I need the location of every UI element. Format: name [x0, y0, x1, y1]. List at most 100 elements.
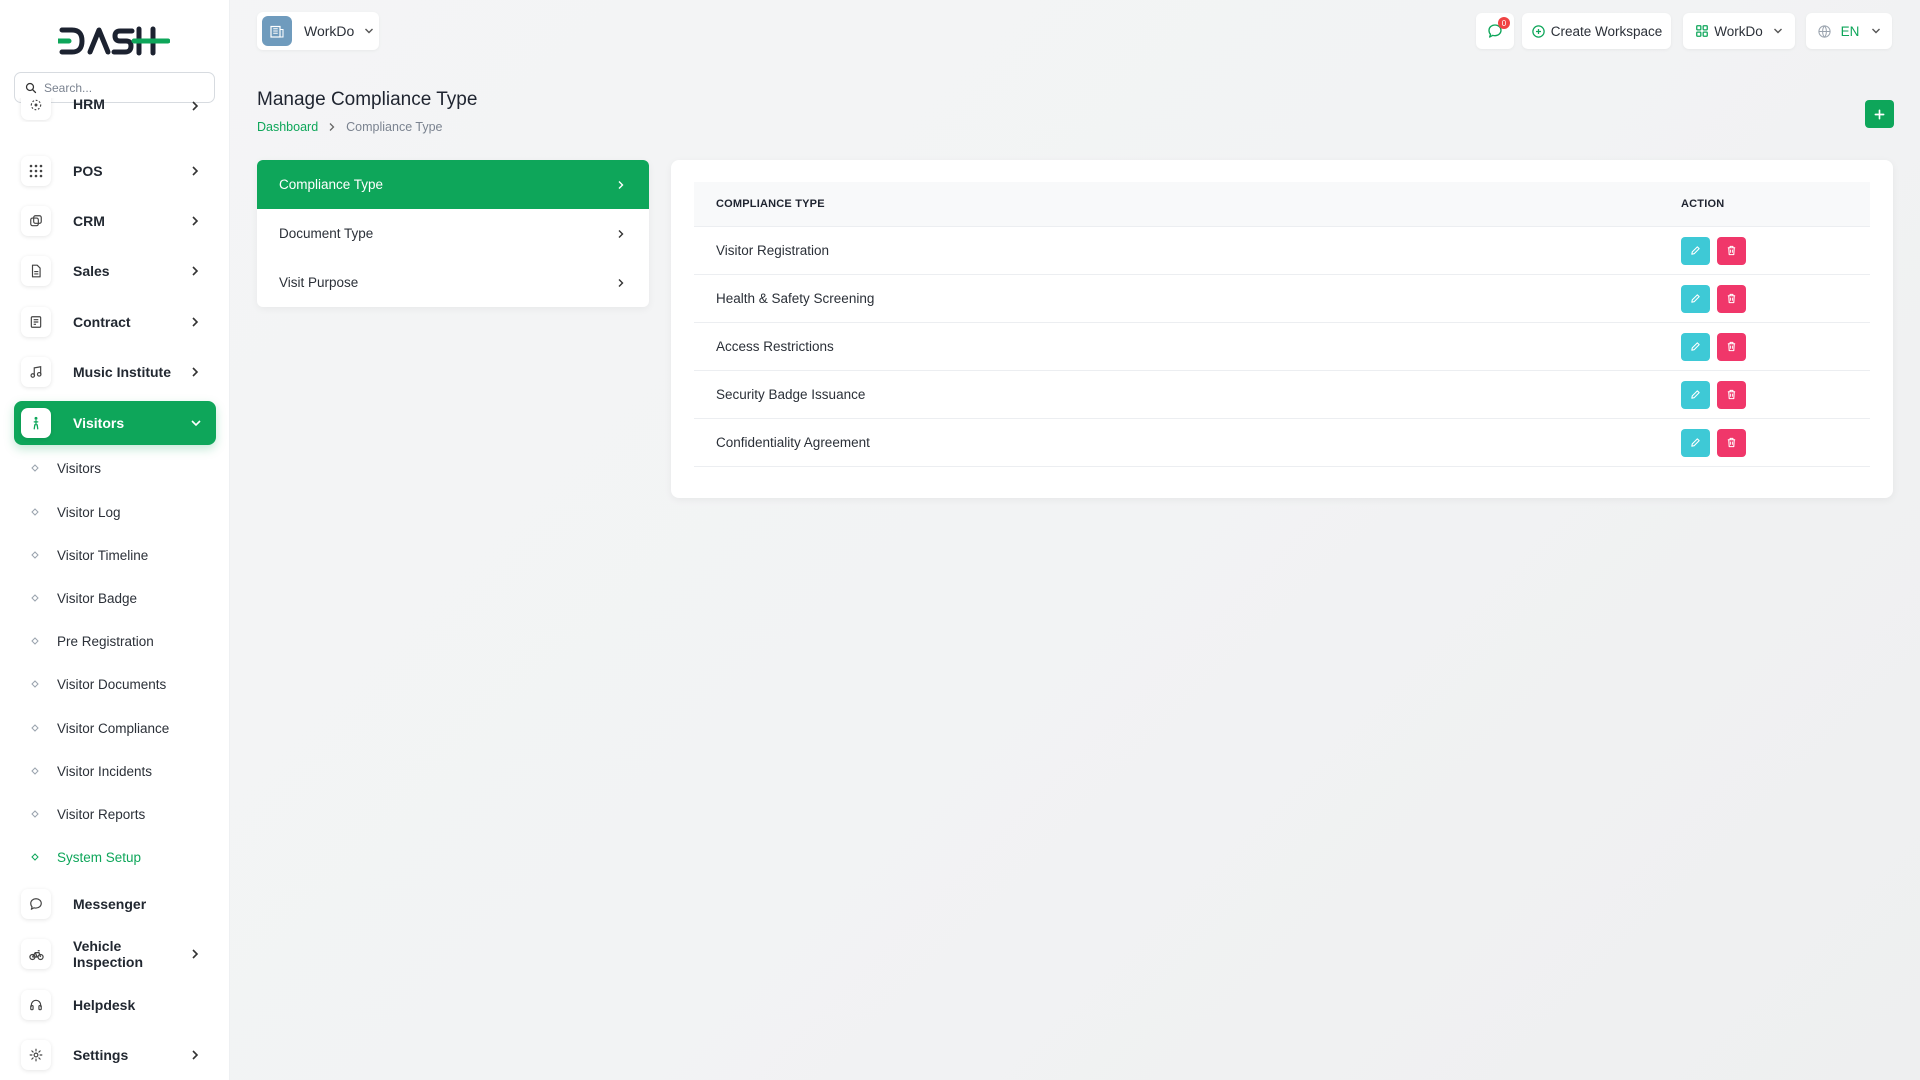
message-icon — [21, 889, 51, 919]
chevron-right-icon — [190, 366, 204, 378]
sidebar-item-label: Contract — [73, 314, 131, 330]
sidebar-item-hrm[interactable]: HRM — [14, 98, 216, 122]
sidebar-item-crm[interactable]: CRM — [14, 199, 216, 243]
workspace-avatar — [262, 16, 292, 46]
add-compliance-type-button[interactable] — [1865, 100, 1894, 128]
chevron-right-icon — [190, 265, 204, 277]
submenu-label: System Setup — [57, 849, 142, 865]
delete-button[interactable] — [1717, 332, 1746, 361]
setup-menu-visit-purpose[interactable]: Visit Purpose — [257, 258, 649, 307]
workspace-name: WorkDo — [304, 23, 355, 39]
sidebar-item-messenger[interactable]: Messenger — [14, 882, 216, 926]
sidebar-item-helpdesk[interactable]: Helpdesk — [14, 983, 216, 1027]
plus-icon — [1874, 109, 1885, 119]
sidebar-item-label: HRM — [73, 98, 105, 112]
compliance-type-table: COMPLIANCE TYPE ACTION Visitor Registrat… — [694, 182, 1870, 467]
sidebar-item-label: Settings — [73, 1047, 129, 1063]
submenu-visitor-log[interactable]: Visitor Log — [30, 500, 121, 524]
sidebar-item-visitors[interactable]: Visitors — [14, 401, 216, 445]
chevron-right-icon — [328, 122, 336, 132]
sidebar-item-label: Messenger — [73, 896, 147, 912]
setup-menu-compliance-type[interactable]: Compliance Type — [257, 160, 649, 209]
submenu-visitor-reports[interactable]: Visitor Reports — [30, 802, 145, 826]
compliance-type-name: Visitor Registration — [716, 243, 830, 258]
delete-button[interactable] — [1717, 428, 1746, 457]
column-header-compliance-type: COMPLIANCE TYPE — [716, 198, 825, 210]
trash-icon — [1727, 341, 1736, 352]
submenu-visitor-badge[interactable]: Visitor Badge — [30, 586, 137, 610]
file-icon — [21, 256, 51, 286]
compliance-type-name: Security Badge Issuance — [716, 387, 866, 402]
compliance-type-name: Health & Safety Screening — [716, 291, 875, 306]
submenu-visitor-incidents[interactable]: Visitor Incidents — [30, 759, 152, 783]
gear-icon — [21, 1040, 51, 1070]
setup-menu-label: Visit Purpose — [279, 275, 359, 290]
language-dropdown[interactable]: EN — [1806, 13, 1892, 49]
edit-button[interactable] — [1681, 332, 1710, 361]
chevron-right-icon — [190, 100, 204, 112]
delete-button[interactable] — [1717, 284, 1746, 313]
setup-menu-document-type[interactable]: Document Type — [257, 209, 649, 258]
delete-button[interactable] — [1717, 380, 1746, 409]
submenu-visitor-compliance[interactable]: Visitor Compliance — [30, 716, 169, 740]
music-icon — [21, 357, 51, 387]
edit-button[interactable] — [1681, 284, 1710, 313]
bullet-icon — [30, 766, 40, 776]
table-row: Health & Safety Screening — [694, 275, 1870, 323]
create-workspace-button[interactable]: Create Workspace — [1522, 13, 1671, 49]
submenu-label: Visitor Log — [57, 504, 121, 520]
trash-icon — [1727, 437, 1736, 448]
bullet-icon — [30, 723, 40, 733]
page-title: Manage Compliance Type — [257, 89, 478, 110]
sidebar-item-settings[interactable]: Settings — [14, 1033, 216, 1077]
language-label: EN — [1840, 23, 1860, 39]
submenu-visitors[interactable]: Visitors — [30, 456, 101, 480]
submenu-pre-registration[interactable]: Pre Registration — [30, 629, 154, 653]
search-input[interactable] — [44, 80, 204, 95]
pencil-icon — [1691, 390, 1700, 399]
chevron-down-icon — [190, 418, 204, 428]
user-workspace-dropdown[interactable]: WorkDo — [1683, 13, 1795, 49]
notifications-button[interactable]: 0 — [1476, 13, 1514, 49]
chevron-down-icon — [1872, 28, 1881, 34]
submenu-visitor-timeline[interactable]: Visitor Timeline — [30, 543, 148, 567]
submenu-system-setup[interactable]: System Setup — [30, 845, 141, 869]
sidebar-item-contract[interactable]: Contract — [14, 300, 216, 344]
dash-logo[interactable] — [55, 24, 171, 63]
table-row: Confidentiality Agreement — [694, 419, 1870, 467]
sidebar-item-label: Visitors — [73, 415, 125, 431]
row-actions — [1681, 236, 1870, 265]
setup-menu-label: Compliance Type — [279, 177, 384, 192]
table-row: Access Restrictions — [694, 323, 1870, 371]
column-header-action: ACTION — [1681, 198, 1725, 210]
row-actions — [1681, 380, 1870, 409]
create-workspace-label: Create Workspace — [1550, 23, 1663, 39]
submenu-visitor-documents[interactable]: Visitor Documents — [30, 672, 166, 696]
trash-icon — [1727, 293, 1736, 304]
edit-button[interactable] — [1681, 428, 1710, 457]
edit-button[interactable] — [1681, 380, 1710, 409]
sidebar-item-sales[interactable]: Sales — [14, 249, 216, 293]
row-actions — [1681, 284, 1870, 313]
sidebar-item-label: Sales — [73, 263, 110, 279]
delete-button[interactable] — [1717, 236, 1746, 265]
workspace-switcher[interactable]: WorkDo — [257, 12, 379, 50]
sidebar-item-vehicle-inspection[interactable]: Vehicle Inspection — [14, 932, 216, 976]
pencil-icon — [1691, 342, 1700, 351]
sidebar-item-music-institute[interactable]: Music Institute — [14, 350, 216, 394]
bullet-icon — [30, 463, 40, 473]
chevron-right-icon — [190, 165, 204, 177]
notification-badge: 0 — [1498, 17, 1510, 29]
submenu-label: Visitor Incidents — [57, 763, 153, 779]
bullet-icon — [30, 636, 40, 646]
breadcrumb-dashboard[interactable]: Dashboard — [257, 120, 318, 134]
chevron-right-icon — [190, 1049, 204, 1061]
submenu-label: Visitor Timeline — [57, 547, 149, 563]
bullet-icon — [30, 593, 40, 603]
sidebar-item-pos[interactable]: POS — [14, 149, 216, 193]
bullet-icon — [30, 809, 40, 819]
pencil-icon — [1691, 294, 1700, 303]
edit-button[interactable] — [1681, 236, 1710, 265]
table-row: Visitor Registration — [694, 227, 1870, 275]
bike-icon — [21, 939, 51, 969]
